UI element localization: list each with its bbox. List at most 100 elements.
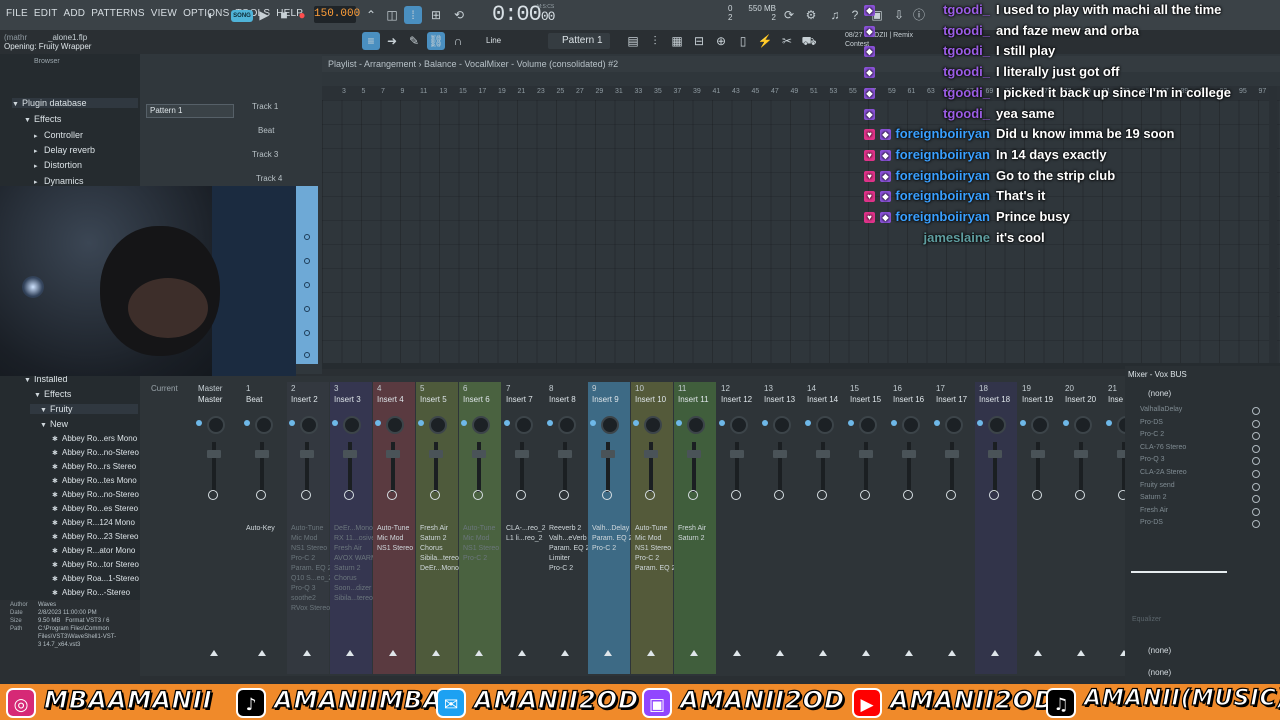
- fader-handle[interactable]: [343, 450, 357, 458]
- effect-slot-name[interactable]: Reeverb 2: [549, 524, 589, 534]
- mixer-input-select[interactable]: (none): [1148, 389, 1171, 398]
- mixer-strip[interactable]: 5 Insert 5 Fresh Air Saturn 2 Chorus Sibila..…: [416, 382, 459, 674]
- fader-handle[interactable]: [386, 450, 400, 458]
- mic-icon[interactable]: ♫: [826, 6, 844, 24]
- strip-name[interactable]: Insert 14: [807, 395, 838, 404]
- effect-slot-name[interactable]: Param. EQ 2: [291, 564, 332, 574]
- strip-active-led[interactable]: [848, 420, 854, 426]
- loop-record-icon[interactable]: ⟲: [450, 6, 468, 24]
- pan-knob[interactable]: [644, 416, 662, 434]
- fader-handle[interactable]: [515, 450, 529, 458]
- magnet-icon[interactable]: ∩: [449, 32, 467, 50]
- strip-effects[interactable]: Auto-Tune Mic Mod NS1 Stereo Pro-C 2: [463, 524, 499, 564]
- arrow-icon[interactable]: ➜: [383, 32, 401, 50]
- chat-username[interactable]: foreignboiiryan: [860, 126, 990, 141]
- pattern-list-item[interactable]: Pattern 1: [146, 104, 234, 118]
- tree-effects-installed[interactable]: ▼ Effects: [34, 389, 71, 399]
- play-icon[interactable]: ▶: [255, 6, 273, 24]
- insert-slot[interactable]: Fresh Air: [1140, 507, 1168, 514]
- route-toggle[interactable]: [430, 490, 440, 500]
- mixer-strip[interactable]: 16 Insert 16: [889, 382, 931, 674]
- plugin-item[interactable]: ✱ Abbey Ro...es Stereo: [52, 504, 138, 513]
- strip-active-led[interactable]: [504, 420, 510, 426]
- route-toggle[interactable]: [559, 490, 569, 500]
- route-arrow-icon[interactable]: [647, 650, 655, 656]
- mixer-strip[interactable]: Master Master: [194, 382, 236, 674]
- track-label[interactable]: Track 3: [252, 150, 278, 159]
- pan-knob[interactable]: [601, 416, 619, 434]
- mixer-strip[interactable]: 20 Insert 20: [1061, 382, 1103, 674]
- pan-knob[interactable]: [1074, 416, 1092, 434]
- strip-effects[interactable]: Auto-Key: [246, 524, 275, 534]
- route-toggle[interactable]: [516, 490, 526, 500]
- effect-slot-name[interactable]: AVOX WARM: [334, 554, 377, 564]
- strip-active-led[interactable]: [461, 420, 467, 426]
- strip-name[interactable]: Insert 11: [678, 395, 709, 404]
- chat-username[interactable]: foreignboiiryan: [860, 147, 990, 162]
- pattern-selector[interactable]: Pattern 1: [548, 33, 610, 49]
- insert-slot[interactable]: Saturn 2: [1140, 494, 1166, 501]
- route-toggle[interactable]: [946, 490, 956, 500]
- plugin-item[interactable]: ✱ Abbey R...ator Mono: [52, 546, 135, 555]
- chat-username[interactable]: tgoodi_: [860, 23, 990, 38]
- strip-name[interactable]: Insert 6: [463, 395, 490, 404]
- tree-fruity[interactable]: ▼ Fruity: [30, 404, 138, 414]
- strip-name[interactable]: Insert 18: [979, 395, 1010, 404]
- effect-slot-name[interactable]: Pro-C 2: [291, 554, 332, 564]
- plugin-item[interactable]: ✱ Abbey R...124 Mono: [52, 518, 135, 527]
- pan-knob[interactable]: [773, 416, 791, 434]
- pan-knob[interactable]: [515, 416, 533, 434]
- fader-handle[interactable]: [558, 450, 572, 458]
- pan-knob[interactable]: [859, 416, 877, 434]
- route-arrow-icon[interactable]: [389, 650, 397, 656]
- fader-handle[interactable]: [988, 450, 1002, 458]
- effect-slot-name[interactable]: Saturn 2: [420, 534, 459, 544]
- insert-slot[interactable]: CLA-2A Stereo: [1140, 469, 1187, 476]
- chat-username[interactable]: foreignboiiryan: [860, 168, 990, 183]
- track-label[interactable]: Track 4: [256, 174, 282, 183]
- snap-selector[interactable]: Line: [486, 36, 501, 45]
- wait-input-icon[interactable]: ◫: [383, 6, 401, 24]
- strip-effects[interactable]: Auto-Tune Mic Mod NS1 Stereo Pro-C 2 Param. …: [635, 524, 675, 574]
- strip-active-led[interactable]: [244, 420, 250, 426]
- route-toggle[interactable]: [208, 490, 218, 500]
- strip-effects[interactable]: CLA-...reo_2 L1 li...reo_2: [506, 524, 546, 544]
- strip-name[interactable]: Inse: [1108, 395, 1123, 404]
- route-toggle[interactable]: [774, 490, 784, 500]
- mixer-strip[interactable]: 12 Insert 12: [717, 382, 759, 674]
- strip-active-led[interactable]: [332, 420, 338, 426]
- slot-mix-knob[interactable]: [1252, 482, 1260, 491]
- strip-active-led[interactable]: [934, 420, 940, 426]
- tree-controller[interactable]: ▸ Controller: [34, 130, 83, 140]
- effect-slot-name[interactable]: NS1 Stereo: [635, 544, 675, 554]
- slot-mix-knob[interactable]: [1252, 470, 1260, 478]
- pan-knob[interactable]: [687, 416, 705, 434]
- insert-slot[interactable]: ValhallaDelay: [1140, 406, 1182, 413]
- effect-slot-name[interactable]: Auto-Tune: [463, 524, 499, 534]
- pan-knob[interactable]: [472, 416, 490, 434]
- route-toggle[interactable]: [1032, 490, 1042, 500]
- strip-effects[interactable]: Auto-Tune Mic Mod NS1 Stereo: [377, 524, 413, 554]
- strip-effects[interactable]: Auto-Tune Mic Mod NS1 Stereo Pro-C 2 Param. …: [291, 524, 332, 614]
- route-toggle[interactable]: [473, 490, 483, 500]
- effect-slot-name[interactable]: Fresh Air: [678, 524, 706, 534]
- song-mode-button[interactable]: SONG: [231, 10, 253, 22]
- plugin-item[interactable]: ✱ Abbey Ro...tor Stereo: [52, 560, 139, 569]
- plug-icon[interactable]: ⚡: [756, 32, 774, 50]
- strip-effects[interactable]: DeEr...Mono RX 11...osive Fresh Air AVOX WA…: [334, 524, 377, 604]
- effect-slot-name[interactable]: Saturn 2: [678, 534, 706, 544]
- strip-name[interactable]: Insert 20: [1065, 395, 1096, 404]
- effect-slot-name[interactable]: Param. EQ 2: [635, 564, 675, 574]
- pan-knob[interactable]: [558, 416, 576, 434]
- link-icon[interactable]: ⛓: [427, 32, 445, 50]
- mixer-strip[interactable]: 3 Insert 3 DeEr...Mono RX 11...osive Fresh A…: [330, 382, 377, 674]
- insert-slot[interactable]: CLA-76 Stereo: [1140, 444, 1186, 451]
- strip-active-led[interactable]: [1020, 420, 1026, 426]
- strip-name[interactable]: Insert 16: [893, 395, 924, 404]
- strip-name[interactable]: Master: [198, 395, 222, 404]
- tempo-display[interactable]: 150.000: [314, 6, 360, 23]
- route-arrow-icon[interactable]: [1077, 650, 1085, 656]
- effect-slot-name[interactable]: NS1 Stereo: [291, 544, 332, 554]
- effect-slot-name[interactable]: Chorus: [420, 544, 459, 554]
- effect-slot-name[interactable]: Saturn 2: [334, 564, 377, 574]
